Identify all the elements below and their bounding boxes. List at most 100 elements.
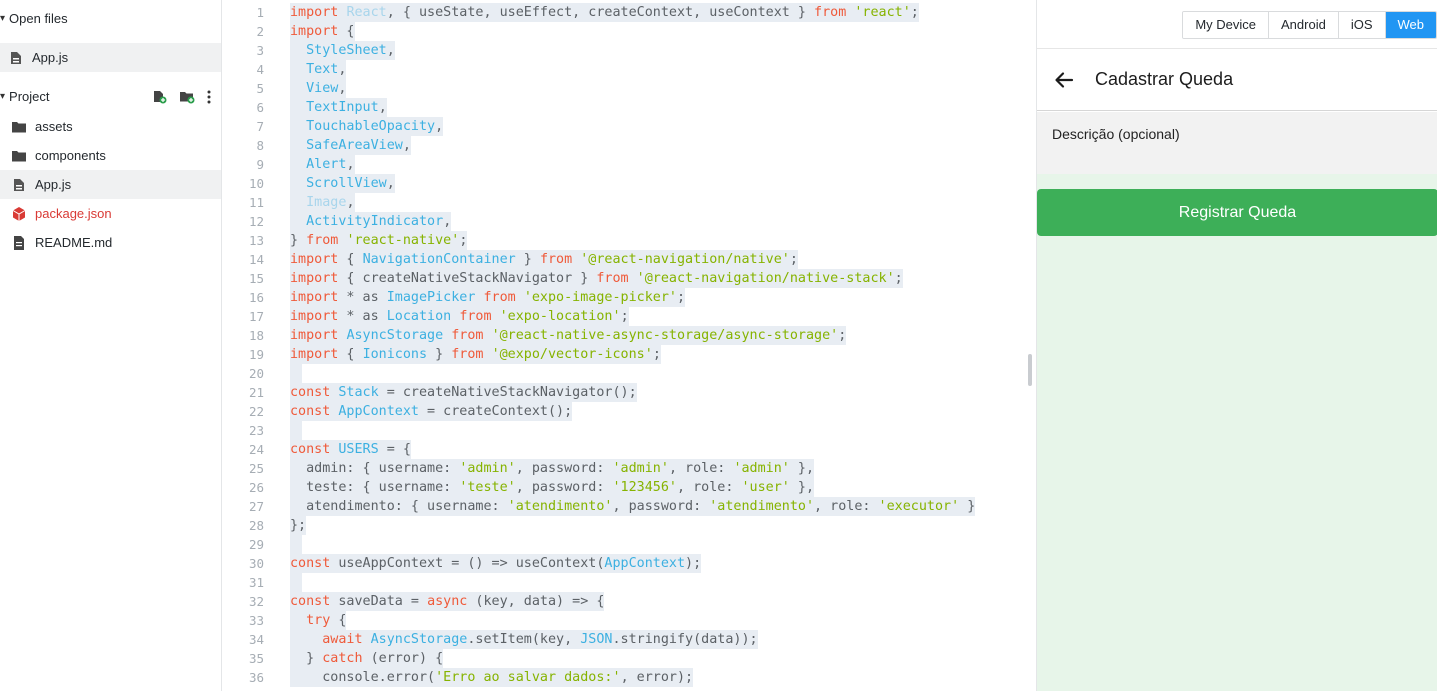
line-number: 3: [256, 43, 264, 58]
code-token: from: [596, 271, 629, 286]
code-token: , role:: [668, 461, 734, 476]
document-icon: [14, 235, 24, 250]
line-number: 31: [248, 575, 264, 590]
new-folder-icon[interactable]: [179, 90, 195, 104]
code-token: ;: [677, 290, 686, 305]
code-token: * as: [338, 290, 387, 305]
code-token: {: [338, 347, 363, 362]
package-icon: [12, 206, 26, 221]
code-token: 'react': [854, 5, 911, 20]
code-token: '123456': [612, 480, 678, 495]
code-token: 'executor': [878, 499, 960, 514]
code-token: import: [290, 309, 339, 324]
project-actions: [152, 82, 211, 111]
line-number: 9: [256, 157, 264, 172]
tree-item-label: package.json: [35, 206, 112, 221]
platform-my-device[interactable]: My Device: [1183, 12, 1270, 38]
code-line: import { Ionicons } from '@expo/vector-i…: [290, 345, 975, 364]
code-token: AsyncStorage: [346, 328, 444, 343]
code-line: ActivityIndicator,: [290, 212, 975, 231]
code-token: , role:: [814, 499, 879, 514]
app-preview: My Device Android iOS Web Cadastrar Qued…: [1036, 0, 1437, 691]
chevron-down-icon: ▾: [0, 13, 6, 24]
line-number: 17: [248, 309, 264, 324]
code-token: ,: [402, 138, 411, 153]
code-token: 'Erro ao salvar dados:': [435, 670, 621, 685]
code-token: {: [338, 24, 355, 39]
code-content[interactable]: import React, { useState, useEffect, cre…: [290, 3, 976, 687]
line-number: 5: [256, 81, 264, 96]
code-line: SafeAreaView,: [290, 136, 975, 155]
code-line: const saveData = async (key, data) => {: [290, 592, 975, 611]
register-fall-button[interactable]: Registrar Queda: [1037, 189, 1437, 236]
code-token: const: [290, 594, 331, 609]
code-token: ;: [910, 5, 919, 20]
arrow-back-icon[interactable]: [1053, 69, 1075, 91]
line-number: 15: [248, 271, 264, 286]
code-line: await AsyncStorage.setItem(key, JSON.str…: [290, 630, 975, 649]
tree-item-components[interactable]: components: [0, 141, 221, 170]
open-files-header[interactable]: ▾ Open files: [0, 4, 221, 33]
platform-switcher: My Device Android iOS Web: [1182, 11, 1437, 39]
code-token: , role:: [677, 480, 742, 495]
code-line: TextInput,: [290, 98, 975, 117]
code-token: = createContext();: [419, 404, 573, 419]
platform-ios[interactable]: iOS: [1338, 12, 1386, 38]
tree-item-label: App.js: [35, 177, 72, 192]
code-token: TouchableOpacity: [306, 119, 436, 134]
js-file-icon: [14, 178, 24, 191]
code-token: from: [483, 290, 516, 305]
line-number: 23: [248, 423, 264, 438]
code-token: },: [789, 480, 815, 495]
code-line: teste: { username: 'teste', password: '1…: [290, 478, 975, 497]
tree-item-label: README.md: [35, 235, 113, 250]
line-number: 27: [248, 499, 264, 514]
project-header[interactable]: ▾ Project: [0, 82, 221, 111]
code-line: import * as Location from 'expo-location…: [290, 307, 975, 326]
line-number: 18: [248, 328, 264, 343]
description-field[interactable]: Descrição (opcional): [1037, 112, 1437, 174]
file-sidebar: ▾ Open files App.js ▾ Project assets com…: [0, 0, 222, 691]
code-token: Image: [306, 195, 347, 210]
platform-web[interactable]: Web: [1385, 12, 1436, 38]
tree-item-readme[interactable]: README.md: [0, 228, 221, 257]
pane-resize-handle[interactable]: [1028, 354, 1032, 386]
code-line: Image,: [290, 193, 975, 212]
more-options-icon[interactable]: [207, 90, 211, 104]
tree-item-app-js[interactable]: App.js: [0, 170, 221, 199]
code-token: ScrollView: [306, 176, 387, 191]
code-token: AsyncStorage: [370, 632, 468, 647]
open-file-item[interactable]: App.js: [0, 43, 221, 72]
code-editor[interactable]: 1 2 3 4 5 6 7 8 9 10 11 12 13 14 15 16 17 18 19 20 21 22 23 24 2…: [222, 0, 1035, 691]
register-fall-label: Registrar Queda: [1178, 203, 1297, 221]
line-number: 6: [256, 100, 264, 115]
line-number: 20: [248, 366, 264, 381]
code-line: const Stack = createNativeStackNavigator…: [290, 383, 975, 402]
code-token: 'atendimento': [507, 499, 613, 514]
code-line: View,: [290, 79, 975, 98]
code-token: from: [306, 233, 339, 248]
line-number: 10: [248, 176, 264, 191]
line-number: 7: [256, 119, 264, 134]
code-line: ScrollView,: [290, 174, 975, 193]
code-token: 'atendimento': [709, 499, 815, 514]
code-token: 'user': [741, 480, 790, 495]
code-token: ;: [894, 271, 903, 286]
code-token: catch: [322, 651, 363, 666]
tree-item-assets[interactable]: assets: [0, 112, 221, 141]
platform-android[interactable]: Android: [1269, 12, 1339, 38]
tree-item-package-json[interactable]: package.json: [0, 199, 221, 228]
new-file-icon[interactable]: [152, 90, 167, 104]
line-number: 32: [248, 594, 264, 609]
code-token: };: [290, 518, 307, 533]
code-token: from: [451, 347, 484, 362]
